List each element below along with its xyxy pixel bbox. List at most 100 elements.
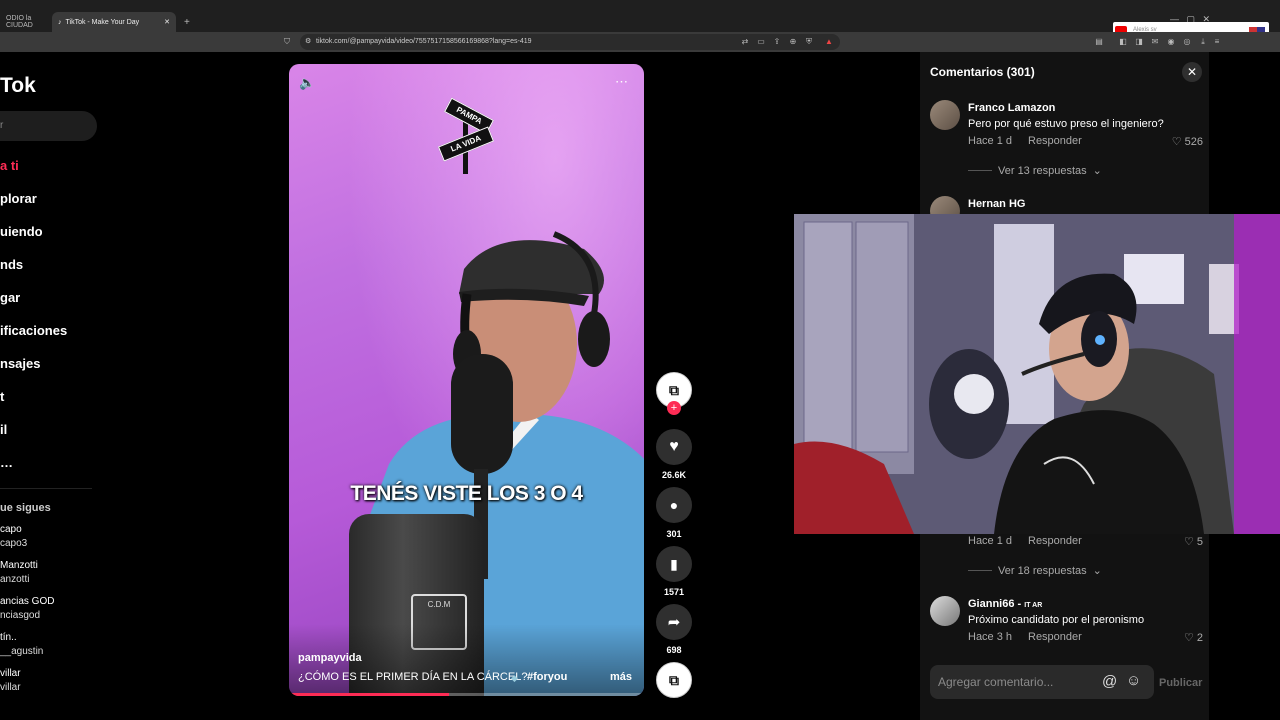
streamer-webcam-overlay (794, 214, 1280, 534)
volume-icon[interactable]: 🔈 (299, 75, 315, 91)
heart-outline-icon: ♡ (1184, 536, 1194, 548)
comment-author[interactable]: Franco Lamazon (968, 102, 1055, 114)
comment-text: Pero por qué estuvo preso el ingeniero? (968, 118, 1164, 130)
comment-author-name: Gianni66 (968, 598, 1015, 610)
like-button[interactable]: ♥ (656, 429, 692, 465)
view-replies-button[interactable]: Ver 18 respuestas ⌄ (968, 564, 1102, 577)
download-icon[interactable]: ⤓ (1198, 37, 1208, 47)
sidebar-item-explore[interactable]: plorar (0, 191, 37, 206)
extension-icon[interactable]: ✉ (1150, 37, 1160, 47)
comment-input-placeholder: Agregar comentario... (938, 675, 1054, 689)
close-icon: ✕ (1186, 65, 1198, 79)
sidebar-item-upload[interactable]: gar (0, 290, 20, 305)
tiktok-icon: ♪ (58, 18, 62, 26)
translate-icon[interactable]: ⇄ (740, 37, 750, 47)
share-icon[interactable]: ⇪ (772, 37, 782, 47)
close-tab-icon[interactable]: ✕ (164, 18, 170, 26)
sidebar-item-more[interactable]: … (0, 455, 13, 470)
following-name: tín.. (0, 632, 17, 643)
menu-icon[interactable]: ≡ (1212, 37, 1222, 47)
comment-input[interactable]: Agregar comentario... @ ☺ (930, 665, 1154, 699)
sidebar-item-live[interactable]: t (0, 389, 4, 404)
tab-label: ODIO la CIUDAD (6, 15, 33, 29)
video-player[interactable]: 🔈 ⋯ PAMPA LA VIDA C.D.M TENÉS VISTE LOS … (289, 64, 644, 696)
tiktok-logo[interactable]: Tok (0, 74, 36, 98)
mention-icon[interactable]: @ (1102, 673, 1117, 690)
comment-button[interactable]: ● (656, 487, 692, 523)
more-options-icon[interactable]: ⋯ (615, 74, 629, 90)
reply-button[interactable]: Responder (1028, 135, 1082, 147)
new-tab-button[interactable]: + (178, 12, 196, 32)
cast-icon[interactable]: ▭ (756, 37, 766, 47)
view-replies-label: Ver 18 respuestas (998, 564, 1087, 577)
pampa-la-vida-sign: PAMPA LA VIDA (437, 96, 497, 174)
music-disc[interactable]: ⧉ (656, 662, 692, 698)
browser-tab-bar: ODIO la CIUDAD ♪ TikTok - Make Your Day … (0, 0, 1280, 32)
sidebar-item-messages[interactable]: nsajes (0, 356, 40, 371)
share-button[interactable]: ➦ (656, 604, 692, 640)
comment-like-count: 2 (1196, 631, 1203, 644)
comment-count: 301 (666, 529, 682, 539)
comment-like-count: 5 (1196, 535, 1203, 548)
sidebar-toggle-icon[interactable]: ▤ (1094, 37, 1104, 47)
following-user: capo3 (0, 538, 28, 549)
avatar[interactable] (930, 596, 960, 626)
following-user: anzotti (0, 574, 30, 585)
vpn-icon[interactable]: ◎ (1182, 37, 1192, 47)
comment-like-button[interactable]: ♡ 5 (1184, 535, 1203, 549)
comment-time: Hace 3 h (968, 631, 1013, 643)
comment-time: Hace 1 d (968, 135, 1013, 147)
url-text: tiktok.com/@pampayvida/video/75575171585… (316, 38, 532, 45)
extension-icon[interactable]: ◧ (1118, 37, 1128, 47)
follow-plus-button[interactable]: + (667, 401, 681, 415)
comment-like-button[interactable]: ♡ 526 (1172, 135, 1203, 149)
comment-like-button[interactable]: ♡ 2 (1184, 631, 1203, 645)
following-name: villar (0, 668, 21, 679)
brave-shield-icon[interactable]: ⛨ (804, 37, 814, 47)
verified-icon: ◆ (511, 673, 518, 683)
view-replies-button[interactable]: Ver 13 respuestas ⌄ (968, 164, 1102, 177)
search-input[interactable]: r (0, 111, 97, 141)
avatar[interactable] (930, 100, 960, 130)
video-progress-bar[interactable] (289, 693, 644, 696)
rewards-icon[interactable]: ▲ (824, 37, 834, 47)
following-user: __agustin (0, 646, 44, 657)
description-more-button[interactable]: más (610, 671, 632, 683)
sidebar-item-profile[interactable]: il (0, 422, 7, 437)
video-description: ¿CÓMO ES EL PRIMER DÍA EN LA CÁRCEL? (298, 671, 528, 683)
video-author[interactable]: pampayvida (298, 652, 362, 664)
sidebar-item-friends[interactable]: nds (0, 257, 23, 272)
video-hashtag[interactable]: #foryou (527, 671, 567, 683)
tab-odio[interactable]: ODIO la CIUDAD (0, 12, 50, 32)
divider (0, 488, 92, 489)
comment-author[interactable]: Gianni66 - IT AR (968, 598, 1042, 610)
video-caption-overlay: TENÉS VISTE LOS 3 O 4 (350, 482, 583, 505)
chevron-down-icon: ⌄ (1092, 165, 1102, 177)
save-count: 1571 (663, 587, 685, 597)
music-disc-icon: ⧉ (669, 671, 679, 688)
site-info-icon[interactable]: ⚙ (305, 37, 311, 45)
reply-button[interactable]: Responder (1028, 535, 1082, 547)
following-user: nciasgod (0, 610, 41, 621)
tab-tiktok[interactable]: ♪ TikTok - Make Your Day ✕ (52, 12, 176, 32)
zoom-icon[interactable]: ⊕ (788, 37, 798, 47)
bookmark-icon[interactable]: ⛉ (282, 37, 292, 47)
comment-author-badge: IT AR (1024, 602, 1043, 609)
share-count: 698 (666, 645, 682, 655)
extension-icon[interactable]: ◨ (1134, 37, 1144, 47)
heart-outline-icon: ♡ (1184, 632, 1194, 644)
publish-button[interactable]: Publicar (1159, 677, 1202, 689)
sidebar-item-following[interactable]: uiendo (0, 224, 43, 239)
sidebar-item-for-you[interactable]: a ti (0, 158, 19, 173)
reply-button[interactable]: Responder (1028, 631, 1082, 643)
search-placeholder: r (0, 120, 4, 131)
comment-author[interactable]: Hernan HG (968, 198, 1025, 210)
tiktok-sidebar: Tok r a ti plorar uiendo nds gar ificaci… (0, 52, 120, 720)
save-button[interactable]: ▮ (656, 546, 692, 582)
wallet-icon[interactable]: ◉ (1166, 37, 1176, 47)
close-comments-button[interactable]: ✕ (1182, 62, 1202, 82)
comment-time: Hace 1 d (968, 535, 1013, 547)
creator-logo-icon: ⧉ (669, 381, 679, 398)
sidebar-item-notifications[interactable]: ificaciones (0, 323, 67, 338)
emoji-icon[interactable]: ☺ (1126, 672, 1141, 689)
